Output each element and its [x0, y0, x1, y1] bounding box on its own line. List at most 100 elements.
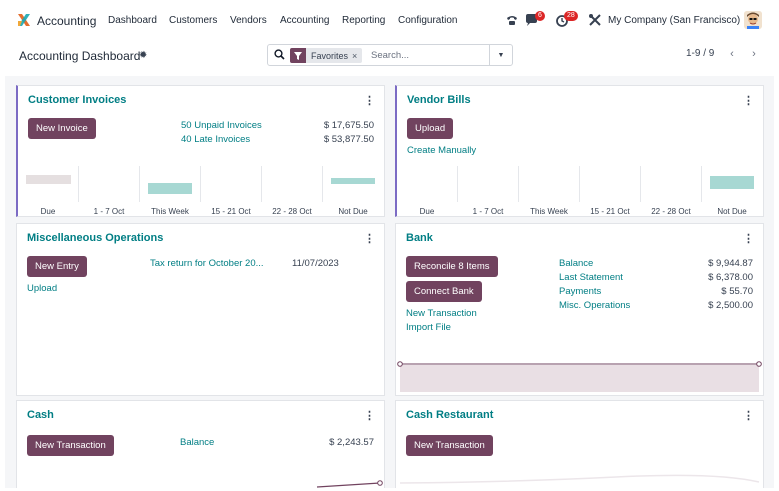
aging-column: 22 - 28 Oct — [262, 166, 323, 216]
late-invoices-link[interactable]: 40 Late Invoices — [181, 134, 250, 145]
more-options-icon[interactable]: ⋮ — [364, 232, 375, 245]
menu-customers[interactable]: Customers — [169, 15, 217, 26]
aging-column: This Week — [519, 166, 580, 216]
aging-label: 15 - 21 Oct — [590, 207, 630, 216]
miscellaneous-operations-card: Miscellaneous Operations ⋮ New Entry Upl… — [16, 223, 385, 396]
balance-link[interactable]: Balance — [559, 258, 593, 269]
new-transaction-button[interactable]: New Transaction — [406, 435, 493, 456]
menu-configuration[interactable]: Configuration — [398, 15, 457, 26]
search-icon — [274, 49, 285, 60]
pager-next-icon[interactable]: › — [745, 45, 763, 63]
page-title: Accounting Dashboard — [19, 49, 141, 63]
user-avatar[interactable] — [744, 11, 762, 29]
aging-graph[interactable]: Due 1 - 7 Oct This Week 15 - 21 Oct 22 -… — [18, 166, 383, 216]
more-options-icon[interactable]: ⋮ — [364, 409, 375, 422]
aging-bar[interactable] — [331, 178, 375, 184]
card-title[interactable]: Miscellaneous Operations — [27, 232, 163, 244]
menu-dashboard[interactable]: Dashboard — [108, 15, 157, 26]
menu-reporting[interactable]: Reporting — [342, 15, 385, 26]
debug-tools-icon[interactable] — [587, 12, 603, 28]
tax-return-link[interactable]: Tax return for October 20... — [150, 258, 264, 269]
new-entry-button[interactable]: New Entry — [27, 256, 87, 277]
aging-label: 1 - 7 Oct — [93, 207, 125, 216]
filter-icon — [290, 48, 306, 63]
card-title[interactable]: Vendor Bills — [407, 94, 471, 106]
payments-amount: $ 55.70 — [721, 286, 753, 297]
balance-line — [399, 474, 760, 484]
new-transaction-link[interactable]: New Transaction — [406, 308, 477, 319]
aging-label: Not Due — [338, 207, 368, 216]
pager-previous-icon[interactable]: ‹ — [723, 45, 741, 63]
aging-column: Not Due — [323, 166, 383, 216]
aging-bar[interactable] — [710, 176, 754, 189]
pager-value[interactable]: 1-9 / 9 — [686, 48, 714, 59]
balance-line — [316, 482, 381, 488]
more-options-icon[interactable]: ⋮ — [743, 409, 754, 422]
card-title[interactable]: Bank — [406, 232, 433, 244]
more-options-icon[interactable]: ⋮ — [743, 94, 754, 107]
new-invoice-button[interactable]: New Invoice — [28, 118, 96, 139]
aging-column: Due — [18, 166, 79, 216]
card-title[interactable]: Cash Restaurant — [406, 409, 493, 421]
card-title[interactable]: Cash — [27, 409, 54, 421]
vendor-bills-card: Vendor Bills ⋮ Upload Create Manually Du… — [395, 85, 764, 217]
import-file-link[interactable]: Import File — [406, 322, 451, 333]
gear-icon[interactable]: ✹ — [139, 50, 147, 61]
favorites-facet: Favorites × — [290, 48, 363, 63]
bank-balance-graph[interactable] — [396, 358, 763, 394]
accounting-logo-icon[interactable] — [17, 13, 31, 27]
search-options-toggle[interactable]: ▼ — [489, 45, 512, 65]
aging-column: 15 - 21 Oct — [580, 166, 641, 216]
upload-button[interactable]: Upload — [407, 118, 454, 139]
unpaid-invoices-link[interactable]: 50 Unpaid Invoices — [181, 120, 262, 131]
balance-link[interactable]: Balance — [180, 437, 214, 448]
card-title[interactable]: Customer Invoices — [28, 94, 126, 106]
bank-card: Bank ⋮ Reconcile 8 Items Connect Bank Ne… — [395, 223, 764, 396]
upload-link[interactable]: Upload — [27, 283, 57, 294]
aging-column: This Week — [140, 166, 201, 216]
menu-accounting[interactable]: Accounting — [280, 15, 329, 26]
reconcile-items-button[interactable]: Reconcile 8 Items — [406, 256, 498, 277]
search-bar[interactable]: Favorites × ▼ — [267, 44, 513, 66]
aging-label: Not Due — [717, 207, 747, 216]
aging-label: This Week — [151, 207, 189, 216]
more-options-icon[interactable]: ⋮ — [364, 94, 375, 107]
aging-column: 1 - 7 Oct — [79, 166, 140, 216]
unpaid-invoices-amount: $ 17,675.50 — [323, 120, 374, 131]
cash-balance-graph[interactable] — [17, 477, 384, 488]
aging-column: Not Due — [702, 166, 762, 216]
aging-label: Due — [40, 207, 56, 216]
aging-bar[interactable] — [26, 175, 71, 184]
misc-operations-link[interactable]: Misc. Operations — [559, 300, 630, 311]
app-name[interactable]: Accounting — [37, 14, 96, 28]
top-navbar: Accounting Dashboard Customers Vendors A… — [5, 4, 774, 38]
aging-label: Due — [419, 207, 435, 216]
remove-facet-icon[interactable]: × — [352, 51, 362, 61]
menu-vendors[interactable]: Vendors — [230, 15, 267, 26]
last-statement-link[interactable]: Last Statement — [559, 272, 623, 283]
phone-icon[interactable] — [504, 12, 520, 28]
late-invoices-amount: $ 53,877.50 — [323, 134, 374, 145]
balance-point — [377, 480, 383, 486]
company-switcher[interactable]: My Company (San Francisco) — [608, 15, 740, 26]
cash-card: Cash ⋮ New Transaction Balance $ 2,243.5… — [16, 400, 385, 488]
payments-link[interactable]: Payments — [559, 286, 601, 297]
aging-column: Due — [397, 166, 458, 216]
activities-badge: 28 — [564, 11, 578, 21]
cash-restaurant-graph[interactable] — [396, 473, 763, 485]
app-window: Accounting Dashboard Customers Vendors A… — [5, 4, 774, 488]
search-input[interactable] — [371, 48, 483, 63]
dashboard-content: Customer Invoices ⋮ New Invoice 50 Unpai… — [5, 76, 774, 488]
aging-label: 22 - 28 Oct — [272, 207, 312, 216]
last-statement-amount: $ 6,378.00 — [708, 272, 753, 283]
more-options-icon[interactable]: ⋮ — [743, 232, 754, 245]
customer-invoices-card: Customer Invoices ⋮ New Invoice 50 Unpai… — [16, 85, 385, 217]
control-panel: Accounting Dashboard ✹ Favorites × ▼ 1-9… — [5, 38, 774, 76]
messages-badge: 6 — [535, 11, 545, 21]
aging-graph[interactable]: Due 1 - 7 Oct This Week 15 - 21 Oct 22 -… — [397, 166, 762, 216]
aging-column: 22 - 28 Oct — [641, 166, 702, 216]
create-manually-link[interactable]: Create Manually — [407, 145, 476, 156]
new-transaction-button[interactable]: New Transaction — [27, 435, 114, 456]
connect-bank-button[interactable]: Connect Bank — [406, 281, 482, 302]
aging-bar[interactable] — [148, 183, 192, 194]
